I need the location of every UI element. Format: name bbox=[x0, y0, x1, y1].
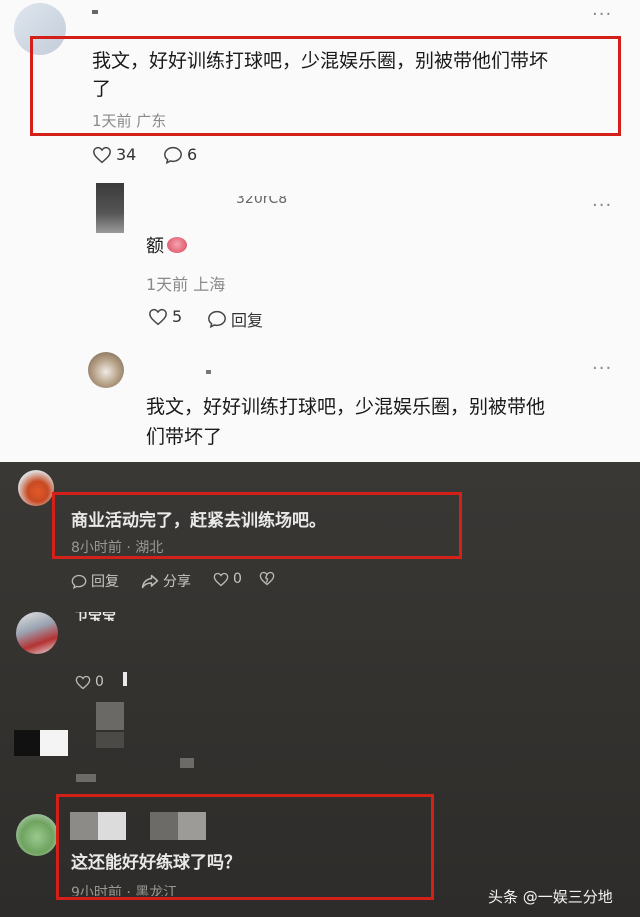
like-count: 0 bbox=[95, 674, 104, 690]
like-button[interactable]: 0 bbox=[213, 571, 242, 587]
username-redacted bbox=[206, 370, 211, 374]
username-redacted bbox=[98, 812, 126, 840]
more-options-icon[interactable]: ··· bbox=[592, 360, 612, 378]
reply-count-button[interactable]: 6 bbox=[163, 145, 197, 164]
more-options-icon[interactable]: ··· bbox=[592, 197, 612, 215]
avatar-redacted[interactable] bbox=[96, 183, 124, 233]
username-redacted bbox=[96, 702, 124, 730]
like-button[interactable]: 0 bbox=[75, 674, 104, 690]
comment-meta: 9小时前 · 黑龙江 bbox=[71, 885, 178, 896]
like-button[interactable]: 5 bbox=[148, 307, 182, 326]
avatar[interactable] bbox=[16, 814, 58, 856]
share-icon bbox=[141, 574, 159, 589]
comment-bubble-icon bbox=[163, 146, 183, 164]
avatar-redacted[interactable] bbox=[14, 730, 40, 756]
heart-icon bbox=[75, 675, 91, 690]
like-count: 34 bbox=[116, 145, 137, 164]
heart-icon bbox=[148, 308, 168, 326]
username-redacted bbox=[92, 10, 98, 14]
watermark: 头条 @一娱三分地 bbox=[488, 888, 613, 906]
reply-label: 回复 bbox=[91, 574, 119, 590]
username-redacted bbox=[178, 812, 206, 840]
reply-count: 6 bbox=[187, 145, 198, 164]
light-comment-section: ··· 我文，好好训练打球吧，少混娱乐圈，别被带他们带坏 了 1天前 广东 34… bbox=[0, 0, 640, 462]
like-count: 0 bbox=[233, 571, 242, 587]
username-redacted bbox=[150, 812, 178, 840]
avatar[interactable] bbox=[18, 470, 54, 506]
dark-comment-section: 商业活动完了，赶紧去训练场吧。 8小时前 · 湖北 回复 分享 0 卫宝宝 0 bbox=[0, 462, 640, 917]
comment-meta: 1天前 广东 bbox=[92, 112, 167, 130]
like-count: 5 bbox=[172, 307, 183, 326]
username-partial: 卫宝宝 bbox=[74, 612, 116, 621]
share-label: 分享 bbox=[163, 574, 191, 590]
share-button[interactable]: 分享 bbox=[141, 571, 191, 591]
reply-label: 回复 bbox=[231, 311, 264, 330]
emoji-icon bbox=[167, 237, 187, 253]
reply-text: 额 bbox=[146, 232, 187, 258]
broken-heart-icon bbox=[259, 571, 275, 586]
dislike-button[interactable] bbox=[259, 571, 275, 586]
avatar-redacted bbox=[40, 730, 68, 756]
reply-meta: 1天前 上海 bbox=[146, 275, 226, 294]
comment-bubble-icon bbox=[207, 310, 227, 328]
reply-text-line2: 们带坏了 bbox=[146, 426, 223, 448]
comment-meta: 8小时前 · 湖北 bbox=[71, 540, 164, 556]
heart-icon bbox=[92, 146, 112, 164]
avatar[interactable] bbox=[16, 612, 58, 654]
reply-button[interactable]: 回复 bbox=[71, 571, 119, 591]
reply-text-line1: 我文，好好训练打球吧，少混娱乐圈，别被带他 bbox=[146, 396, 546, 418]
comment-text: 商业活动完了，赶紧去训练场吧。 bbox=[71, 511, 326, 531]
comment-text-line2: 了 bbox=[92, 78, 112, 100]
like-button[interactable]: 34 bbox=[92, 145, 136, 164]
reply-text-content: 额 bbox=[146, 236, 164, 257]
username-partial: 320rC8 bbox=[236, 196, 288, 206]
action-redacted bbox=[180, 758, 194, 768]
comment-text: 这还能好好练球了吗？ bbox=[71, 853, 241, 873]
action-redacted bbox=[76, 774, 96, 782]
comment-text-line1: 我文，好好训练打球吧，少混娱乐圈，别被带他们带坏 bbox=[92, 50, 549, 72]
avatar[interactable] bbox=[88, 352, 124, 388]
heart-icon bbox=[213, 572, 229, 587]
comment-bubble-icon bbox=[71, 574, 87, 589]
username-redacted bbox=[70, 812, 98, 840]
reply-button[interactable]: 回复 bbox=[207, 307, 263, 331]
redacted-block bbox=[123, 672, 127, 686]
text-redacted bbox=[96, 732, 124, 748]
more-options-icon[interactable]: ··· bbox=[592, 6, 612, 24]
